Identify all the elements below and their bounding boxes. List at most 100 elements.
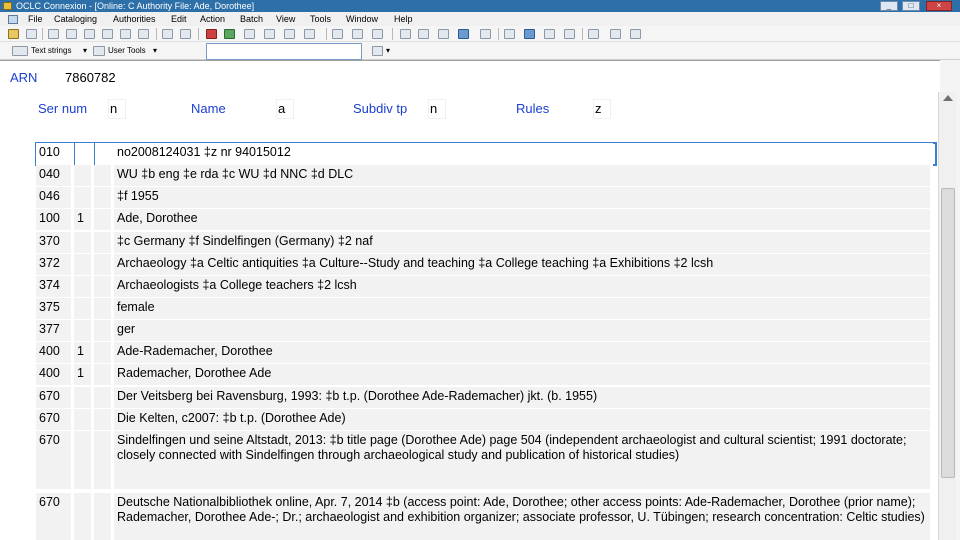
- connect-icon[interactable]: [8, 29, 19, 39]
- field-tag[interactable]: 370: [36, 232, 74, 253]
- menu-cataloging[interactable]: Cataloging: [54, 12, 97, 26]
- field-indicator-2[interactable]: [94, 187, 114, 208]
- print-icon[interactable]: [138, 29, 149, 39]
- field-row[interactable]: 377 ger: [36, 320, 936, 341]
- field-indicator-2[interactable]: [94, 232, 114, 253]
- label-icon[interactable]: [372, 29, 383, 39]
- field-row[interactable]: 670 Sindelfingen und seine Altstadt, 2013…: [36, 431, 936, 489]
- field-indicator-1[interactable]: 1: [74, 364, 94, 385]
- field-row[interactable]: 670 Die Kelten, c2007: ‡b t.p. (Dorothee …: [36, 409, 936, 430]
- field-content[interactable]: Rademacher, Dorothee Ade: [114, 364, 933, 385]
- ser-num-field[interactable]: n: [108, 99, 126, 119]
- field-tag[interactable]: 670: [36, 493, 74, 540]
- field-row[interactable]: 040 WU ‡b eng ‡e rda ‡c WU ‡d NNC ‡d DLC: [36, 165, 936, 186]
- field-indicator-1[interactable]: [74, 409, 94, 430]
- field-indicator-2[interactable]: [94, 209, 114, 230]
- field-row[interactable]: 400 1 Ade-Rademacher, Dorothee: [36, 342, 936, 363]
- field-content[interactable]: no2008124031 ‡z nr 94015012: [114, 143, 933, 165]
- text-strings-button[interactable]: Text strings: [31, 45, 71, 57]
- field-indicator-1[interactable]: [74, 165, 94, 186]
- field-tag[interactable]: 670: [36, 409, 74, 430]
- cut-icon[interactable]: [162, 29, 173, 39]
- field-indicator-1[interactable]: [74, 431, 94, 489]
- command-line-input[interactable]: [206, 43, 362, 60]
- scroll-up-icon[interactable]: [943, 95, 953, 101]
- field-indicator-2[interactable]: [94, 143, 114, 165]
- field-indicator-2[interactable]: [94, 276, 114, 297]
- field-indicator-2[interactable]: [94, 298, 114, 319]
- field-row[interactable]: 372 Archaeology ‡a Celtic antiquities ‡a …: [36, 254, 936, 275]
- field-tag[interactable]: 377: [36, 320, 74, 341]
- field-tag[interactable]: 010: [36, 143, 74, 165]
- field-indicator-1[interactable]: [74, 187, 94, 208]
- field-tag[interactable]: 670: [36, 387, 74, 408]
- field-indicator-2[interactable]: [94, 409, 114, 430]
- field-content[interactable]: Deutsche Nationalbibliothek online, Apr.…: [114, 493, 933, 540]
- field-indicator-1[interactable]: [74, 298, 94, 319]
- field-indicator-2[interactable]: [94, 431, 114, 489]
- flag-icon[interactable]: [588, 29, 599, 39]
- dlc-icon[interactable]: [458, 29, 469, 39]
- field-content[interactable]: ‡f 1955: [114, 187, 933, 208]
- field-content[interactable]: Archaeologists ‡a College teachers ‡2 lc…: [114, 276, 933, 297]
- browse-icon[interactable]: [66, 29, 77, 39]
- field-indicator-2[interactable]: [94, 165, 114, 186]
- save-file-icon[interactable]: [120, 29, 131, 39]
- field-indicator-1[interactable]: [74, 254, 94, 275]
- reformat-icon[interactable]: [206, 29, 217, 39]
- menu-action[interactable]: Action: [200, 12, 225, 26]
- insert-field-icon[interactable]: [244, 29, 255, 39]
- go-forward-icon[interactable]: [418, 29, 429, 39]
- field-indicator-2[interactable]: [94, 364, 114, 385]
- context-help-icon[interactable]: [630, 29, 641, 39]
- workflow-icon[interactable]: [332, 29, 343, 39]
- paste-field-icon[interactable]: [304, 29, 315, 39]
- field-content[interactable]: Ade, Dorothee: [114, 209, 933, 230]
- field-tag[interactable]: 100: [36, 209, 74, 230]
- field-tag[interactable]: 670: [36, 431, 74, 489]
- field-content[interactable]: Ade-Rademacher, Dorothee: [114, 342, 933, 363]
- field-tag[interactable]: 046: [36, 187, 74, 208]
- field-row[interactable]: 100 1 Ade, Dorothee: [36, 209, 936, 230]
- disconnect-icon[interactable]: [26, 29, 37, 39]
- name-field[interactable]: a: [276, 99, 294, 119]
- field-tag[interactable]: 372: [36, 254, 74, 275]
- copy-icon[interactable]: [180, 29, 191, 39]
- field-row[interactable]: 400 1 Rademacher, Dorothee Ade: [36, 364, 936, 385]
- field-row[interactable]: 010 no2008124031 ‡z nr 94015012: [35, 142, 937, 166]
- field-indicator-2[interactable]: [94, 493, 114, 540]
- menu-view[interactable]: View: [276, 12, 295, 26]
- menu-help[interactable]: Help: [394, 12, 413, 26]
- field-indicator-2[interactable]: [94, 320, 114, 341]
- field-indicator-1[interactable]: [74, 387, 94, 408]
- field-indicator-1[interactable]: [74, 276, 94, 297]
- user-tools-button[interactable]: User Tools: [108, 45, 146, 57]
- quick-search-icon[interactable]: [372, 46, 383, 56]
- field-content[interactable]: ‡c Germany ‡f Sindelfingen (Germany) ‡2 …: [114, 232, 933, 253]
- field-content[interactable]: female: [114, 298, 933, 319]
- field-indicator-2[interactable]: [94, 254, 114, 275]
- macro-icon[interactable]: [480, 29, 491, 39]
- field-tag[interactable]: 400: [36, 364, 74, 385]
- scrollbar-thumb[interactable]: [941, 188, 955, 478]
- field-indicator-1[interactable]: [74, 320, 94, 341]
- menu-tools[interactable]: Tools: [310, 12, 331, 26]
- text-strings-dropdown[interactable]: ▾: [83, 45, 87, 57]
- menu-batch[interactable]: Batch: [240, 12, 263, 26]
- field-content[interactable]: WU ‡b eng ‡e rda ‡c WU ‡d NNC ‡d DLC: [114, 165, 933, 186]
- local-file-icon[interactable]: [102, 29, 113, 39]
- field-row[interactable]: 670 Deutsche Nationalbibliothek online, A…: [36, 493, 936, 540]
- keyword-search-icon[interactable]: [84, 29, 95, 39]
- field-indicator-1[interactable]: [74, 143, 94, 165]
- close-button[interactable]: ×: [926, 1, 952, 11]
- help-icon[interactable]: [610, 29, 621, 39]
- field-row[interactable]: 370 ‡c Germany ‡f Sindelfingen (Germany) …: [36, 232, 936, 253]
- field-row[interactable]: 046 ‡f 1955: [36, 187, 936, 208]
- rules-field[interactable]: z: [593, 99, 611, 119]
- field-content[interactable]: Der Veitsberg bei Ravensburg, 1993: ‡b t…: [114, 387, 933, 408]
- field-tag[interactable]: 374: [36, 276, 74, 297]
- search-icon[interactable]: [48, 29, 59, 39]
- menu-window[interactable]: Window: [346, 12, 378, 26]
- maximize-button[interactable]: □: [902, 1, 920, 11]
- quick-search-dropdown[interactable]: ▾: [386, 45, 390, 57]
